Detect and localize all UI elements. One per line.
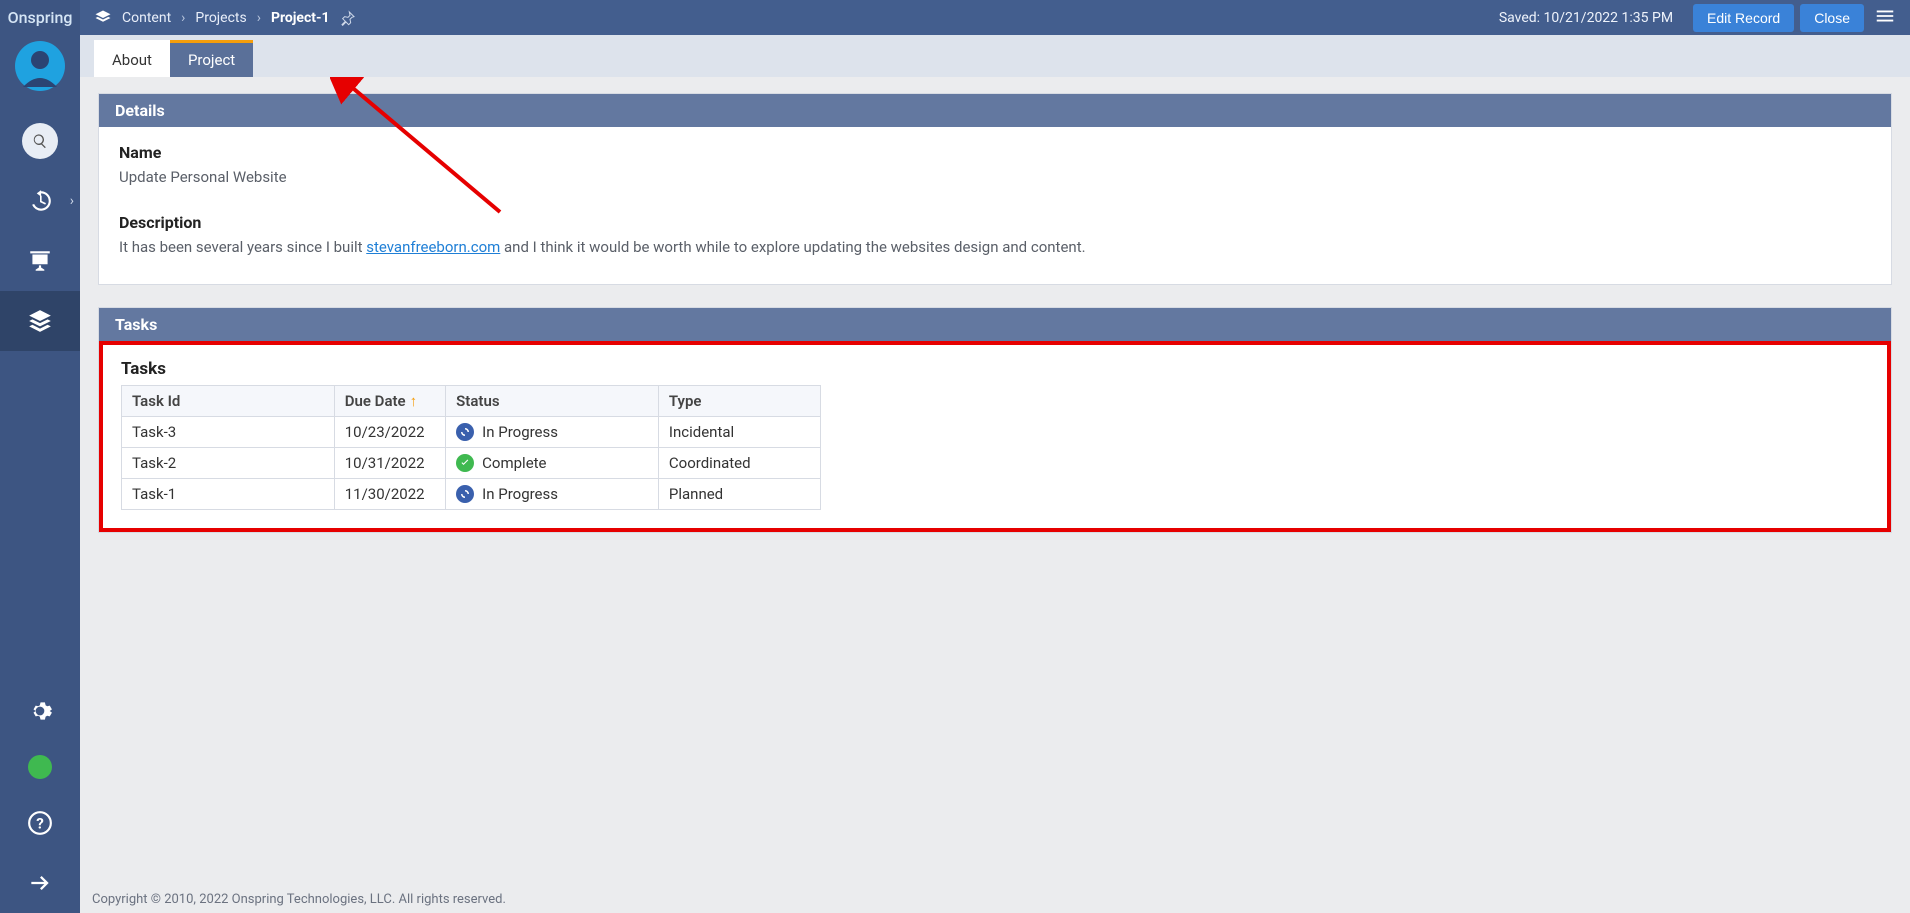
breadcrumb-current: Project-1 — [271, 10, 330, 26]
cell-type: Planned — [658, 479, 820, 510]
panel-header-tasks: Tasks — [99, 308, 1891, 341]
panel-header-details: Details — [99, 94, 1891, 127]
table-row[interactable]: Task-210/31/2022CompleteCoordinated — [122, 448, 821, 479]
description-text-pre: It has been several years since I built — [119, 238, 366, 256]
field-value-name: Update Personal Website — [119, 166, 1871, 189]
nav-presentation[interactable] — [0, 231, 80, 291]
close-button[interactable]: Close — [1800, 4, 1864, 32]
status-icon — [456, 485, 474, 503]
layers-icon — [94, 9, 112, 27]
breadcrumb-content[interactable]: Content — [122, 10, 171, 26]
field-value-description: It has been several years since I built … — [119, 236, 1871, 259]
chevron-right-icon: › — [70, 193, 74, 209]
saved-timestamp: Saved: 10/21/2022 1:35 PM — [1499, 10, 1673, 26]
col-due-date[interactable]: Due Date↑ — [334, 386, 445, 417]
chevron-right-icon: › — [181, 10, 185, 26]
cell-status: Complete — [446, 448, 659, 479]
tab-bar: About Project — [80, 35, 1910, 77]
cell-due-date: 11/30/2022 — [334, 479, 445, 510]
nav-history[interactable]: › — [0, 171, 80, 231]
tasks-table: Task Id Due Date↑ Status Type Task-310/2… — [121, 385, 821, 510]
nav-help[interactable]: ? — [0, 793, 80, 853]
help-icon: ? — [27, 810, 53, 836]
col-type[interactable]: Type — [658, 386, 820, 417]
left-sidebar: Onspring › ? — [0, 0, 80, 913]
col-task-id[interactable]: Task Id — [122, 386, 335, 417]
topbar: Content › Projects › Project-1 Saved: 10… — [80, 0, 1910, 35]
gear-icon — [27, 698, 53, 724]
description-link[interactable]: stevanfreeborn.com — [366, 238, 500, 256]
cell-due-date: 10/31/2022 — [334, 448, 445, 479]
chevron-right-icon: › — [257, 10, 261, 26]
svg-text:?: ? — [36, 814, 44, 832]
menu-button[interactable] — [1874, 5, 1896, 31]
tab-project[interactable]: Project — [170, 40, 253, 77]
table-row[interactable]: Task-310/23/2022In ProgressIncidental — [122, 417, 821, 448]
breadcrumb-projects[interactable]: Projects — [195, 10, 246, 26]
col-status[interactable]: Status — [446, 386, 659, 417]
cell-due-date: 10/23/2022 — [334, 417, 445, 448]
status-indicator[interactable] — [28, 755, 52, 779]
field-label-name: Name — [119, 143, 1871, 162]
content-area: Details Name Update Personal Website Des… — [80, 77, 1910, 886]
nav-content[interactable] — [0, 291, 80, 351]
tasks-highlight-box: Tasks Task Id Due Date↑ Status Type Task… — [99, 341, 1891, 532]
tasks-grid-title: Tasks — [121, 359, 1869, 379]
pin-icon[interactable] — [340, 10, 356, 26]
arrow-right-icon — [27, 870, 53, 896]
description-text-post: and I think it would be worth while to e… — [500, 238, 1085, 256]
menu-icon — [1874, 5, 1896, 27]
layers-icon — [27, 308, 53, 334]
main-area: Content › Projects › Project-1 Saved: 10… — [80, 0, 1910, 913]
tasks-panel: Tasks Tasks Task Id Due Date↑ Status Typ… — [98, 307, 1892, 533]
field-label-description: Description — [119, 213, 1871, 232]
search-icon — [22, 123, 58, 159]
cell-status: In Progress — [446, 417, 659, 448]
table-row[interactable]: Task-111/30/2022In ProgressPlanned — [122, 479, 821, 510]
edit-record-button[interactable]: Edit Record — [1693, 4, 1794, 32]
cell-type: Incidental — [658, 417, 820, 448]
nav-search[interactable] — [0, 111, 80, 171]
cell-task-id: Task-3 — [122, 417, 335, 448]
footer: Copyright © 2010, 2022 Onspring Technolo… — [80, 886, 1910, 913]
details-panel: Details Name Update Personal Website Des… — [98, 93, 1892, 285]
user-avatar[interactable] — [15, 41, 65, 91]
status-icon — [456, 454, 474, 472]
status-icon — [456, 423, 474, 441]
history-icon — [27, 188, 53, 214]
app-logo: Onspring — [8, 0, 73, 35]
breadcrumb: Content › Projects › Project-1 — [94, 9, 1499, 27]
cell-task-id: Task-1 — [122, 479, 335, 510]
tab-about[interactable]: About — [94, 40, 170, 77]
nav-forward[interactable] — [0, 853, 80, 913]
cell-task-id: Task-2 — [122, 448, 335, 479]
nav-settings[interactable] — [0, 681, 80, 741]
cell-type: Coordinated — [658, 448, 820, 479]
sort-asc-icon: ↑ — [410, 392, 418, 410]
cell-status: In Progress — [446, 479, 659, 510]
presentation-icon — [27, 248, 53, 274]
copyright-text: Copyright © 2010, 2022 Onspring Technolo… — [92, 892, 506, 907]
